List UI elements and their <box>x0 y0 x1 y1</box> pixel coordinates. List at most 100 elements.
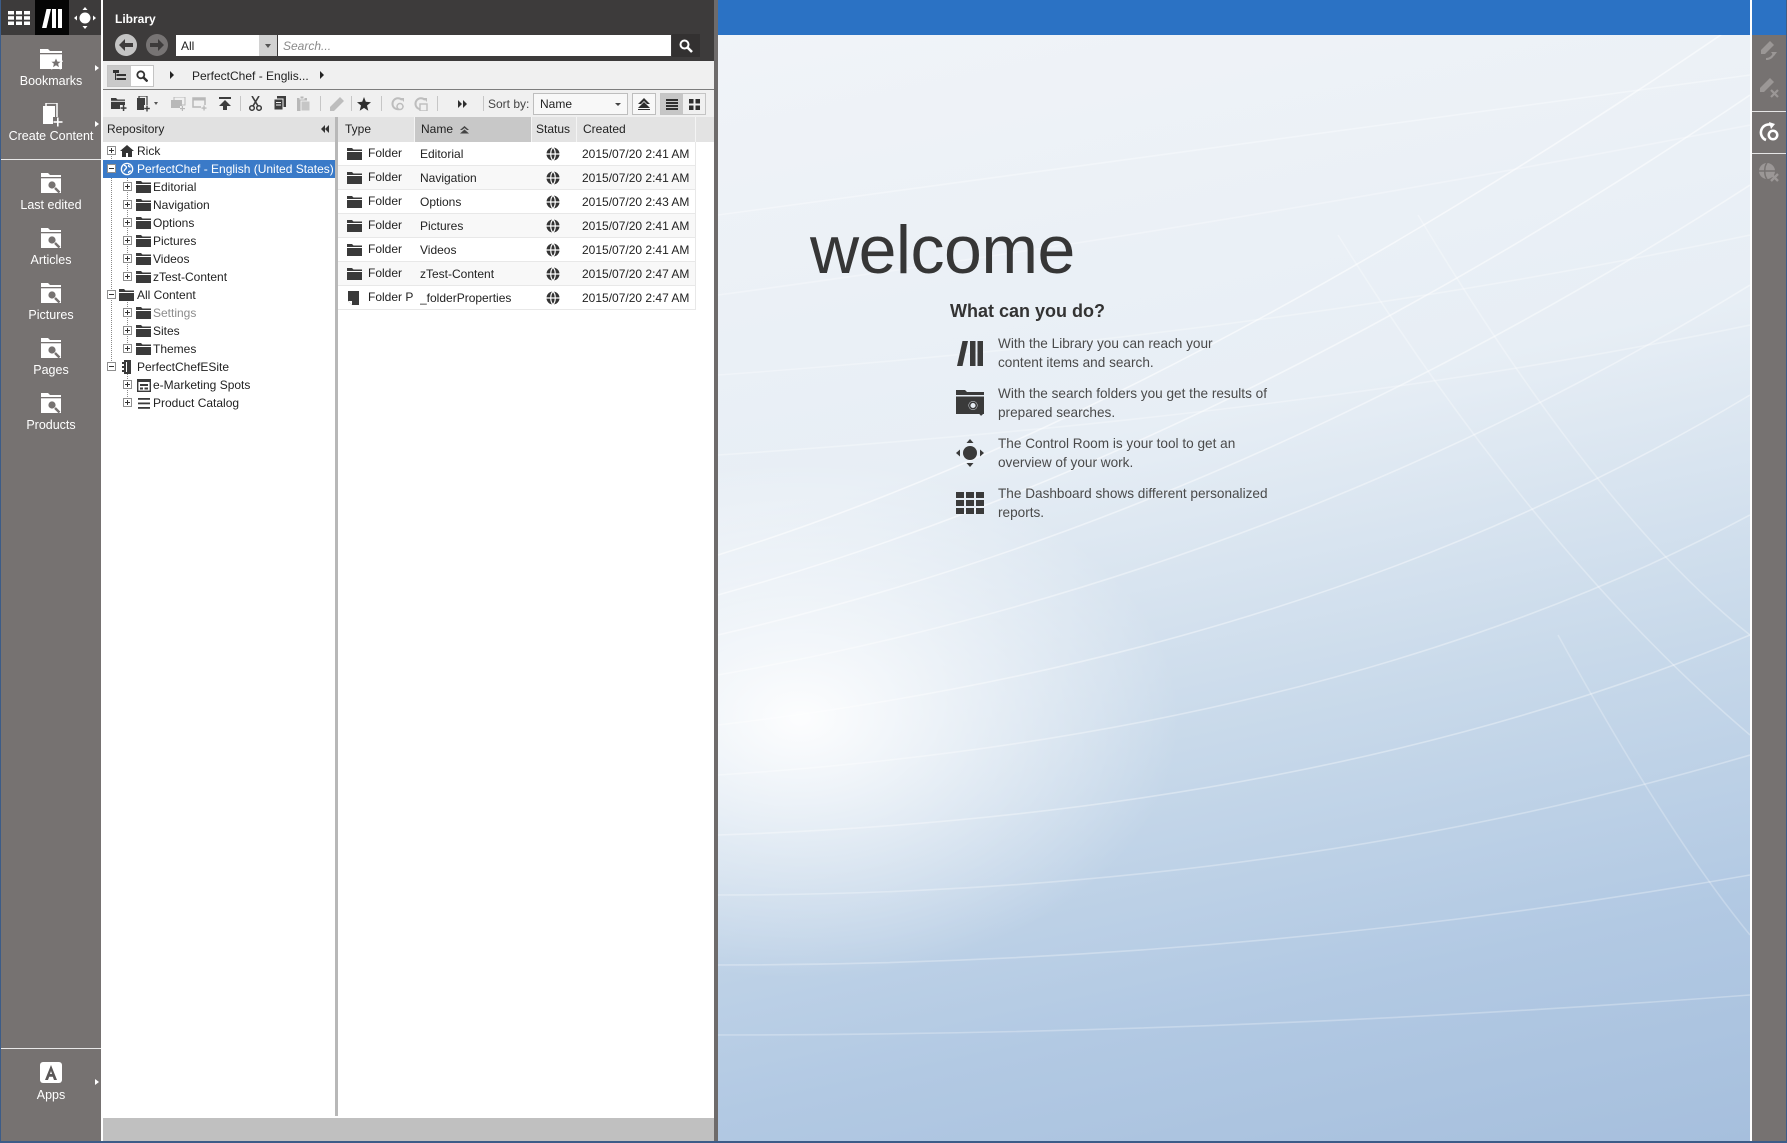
expand-icon[interactable] <box>123 182 132 191</box>
search-mode-button[interactable] <box>131 66 154 86</box>
nav-item-articles[interactable]: Articles <box>1 228 101 268</box>
paste-icon <box>296 96 310 111</box>
tree-node[interactable]: All Content <box>103 286 335 304</box>
back-button[interactable] <box>115 34 137 56</box>
collapse-panel-button[interactable] <box>321 125 329 133</box>
tree-node[interactable]: Videos <box>103 250 335 268</box>
welcome-item-text: With the Library you can reach your conte… <box>998 334 1213 372</box>
table-row[interactable]: Folder Navigation 2015/07/20 2:41 AM <box>338 166 696 190</box>
checkout-button[interactable] <box>412 95 430 112</box>
tree-node[interactable]: PerfectChefESite <box>103 358 335 376</box>
welcome-item-library: With the Library you can reach your conte… <box>955 334 1275 378</box>
tree-node[interactable]: Settings <box>103 304 335 322</box>
table-row[interactable]: Folder zTest-Content 2015/07/20 2:47 AM <box>338 262 696 286</box>
more-icon <box>458 99 467 108</box>
library-button[interactable] <box>35 0 69 35</box>
nav-item-create-content[interactable]: Create Content <box>1 103 101 144</box>
tree-node[interactable]: Rick <box>103 142 335 160</box>
apps-grid-button[interactable] <box>4 0 34 35</box>
column-header-name[interactable]: Name <box>415 117 532 142</box>
publish-button[interactable] <box>1752 117 1786 147</box>
copy-icon <box>273 96 286 111</box>
tree-node[interactable]: zTest-Content <box>103 268 335 286</box>
tree-node[interactable]: Product Catalog <box>103 394 335 412</box>
checkin-button[interactable] <box>389 95 407 112</box>
grid-view-button[interactable] <box>683 94 705 114</box>
expand-icon[interactable] <box>107 146 116 155</box>
withdraw-button[interactable] <box>1752 157 1786 187</box>
tree-node[interactable]: Sites <box>103 322 335 340</box>
tree-node[interactable]: Themes <box>103 340 335 358</box>
welcome-area: welcome What can you do? With the Librar… <box>718 0 1750 1141</box>
tree-node-selected[interactable]: PerfectChef - English (United States) <box>103 160 335 178</box>
collapse-icon[interactable] <box>107 362 116 371</box>
collapse-icon[interactable] <box>107 164 116 173</box>
table-row[interactable]: Folder Pictures 2015/07/20 2:41 AM <box>338 214 696 238</box>
bookmark-button[interactable] <box>355 95 373 112</box>
paste-button[interactable] <box>294 95 312 112</box>
expand-icon[interactable] <box>123 308 132 317</box>
forward-button[interactable] <box>146 34 168 56</box>
nav-item-last-edited[interactable]: Last edited <box>1 173 101 213</box>
expand-icon[interactable] <box>123 344 132 353</box>
copy-to-button[interactable] <box>169 95 187 112</box>
table-row[interactable]: Folder Options 2015/07/20 2:43 AM <box>338 190 696 214</box>
table-row[interactable]: Folder Videos 2015/07/20 2:41 AM <box>338 238 696 262</box>
filter-select[interactable]: All <box>176 35 277 56</box>
new-folder-icon <box>111 97 127 111</box>
list-view-button[interactable] <box>661 94 683 114</box>
new-content-dropdown-icon[interactable] <box>154 102 158 105</box>
edit-button[interactable] <box>328 95 346 112</box>
search-folder-icon <box>41 228 61 248</box>
expand-icon[interactable] <box>123 272 132 281</box>
table-row[interactable]: Folder Properties _folderProperties 2015… <box>338 286 696 310</box>
table-row[interactable]: Folder Editorial 2015/07/20 2:41 AM <box>338 142 696 166</box>
breadcrumb-root-arrow-icon[interactable] <box>170 71 174 79</box>
tree-node[interactable]: Options <box>103 214 335 232</box>
expand-icon[interactable] <box>123 200 132 209</box>
tree-node[interactable]: e-Marketing Spots <box>103 376 335 394</box>
revert-edit-button[interactable] <box>1752 36 1786 66</box>
cell-created: 2015/07/20 2:47 AM <box>582 291 690 305</box>
tree-header: Repository <box>103 117 335 142</box>
sort-by-select[interactable]: Name <box>533 93 628 115</box>
tree-node-label: Product Catalog <box>153 396 240 410</box>
new-folder-button[interactable] <box>110 95 128 112</box>
cut-button[interactable] <box>246 95 264 112</box>
nav-item-pages[interactable]: Pages <box>1 338 101 378</box>
column-header-created[interactable]: Created <box>577 117 696 142</box>
collapse-icon[interactable] <box>107 290 116 299</box>
new-content-button[interactable] <box>134 95 152 112</box>
expand-icon[interactable] <box>123 236 132 245</box>
expand-icon[interactable] <box>123 398 132 407</box>
move-up-button[interactable] <box>216 95 234 112</box>
column-header-type[interactable]: Type <box>338 117 415 142</box>
nav-item-products[interactable]: Products <box>1 393 101 433</box>
breadcrumb-item[interactable]: PerfectChef - Englis... <box>192 69 309 83</box>
column-header-status[interactable]: Status <box>532 117 577 142</box>
copy-button[interactable] <box>271 95 289 112</box>
breadcrumb-next-arrow-icon[interactable] <box>320 71 324 79</box>
discard-edit-button[interactable] <box>1752 73 1786 103</box>
search-input[interactable] <box>278 35 671 56</box>
search-button[interactable] <box>672 34 700 57</box>
expand-icon[interactable] <box>123 380 132 389</box>
sort-direction-button[interactable] <box>632 93 656 115</box>
control-room-button[interactable] <box>70 0 100 35</box>
nav-item-pictures[interactable]: Pictures <box>1 283 101 323</box>
tree-node[interactable]: Editorial <box>103 178 335 196</box>
expand-icon[interactable] <box>123 326 132 335</box>
create-from-template-button[interactable] <box>191 95 209 112</box>
tree-node-label: e-Marketing Spots <box>153 378 251 392</box>
welcome-item-search-folders: With the search folders you get the resu… <box>955 384 1275 428</box>
tree-node[interactable]: Navigation <box>103 196 335 214</box>
nav-item-apps[interactable]: Apps <box>1 1062 101 1103</box>
tree-node[interactable]: Pictures <box>103 232 335 250</box>
expand-icon[interactable] <box>123 218 132 227</box>
nav-item-bookmarks[interactable]: Bookmarks <box>1 48 101 89</box>
repository-tree: Repository Rick PerfectChef - English (U… <box>103 117 335 1116</box>
expand-icon[interactable] <box>123 254 132 263</box>
view-toggle <box>107 65 154 87</box>
tree-view-button[interactable] <box>108 66 131 86</box>
more-actions-button[interactable] <box>454 95 472 112</box>
